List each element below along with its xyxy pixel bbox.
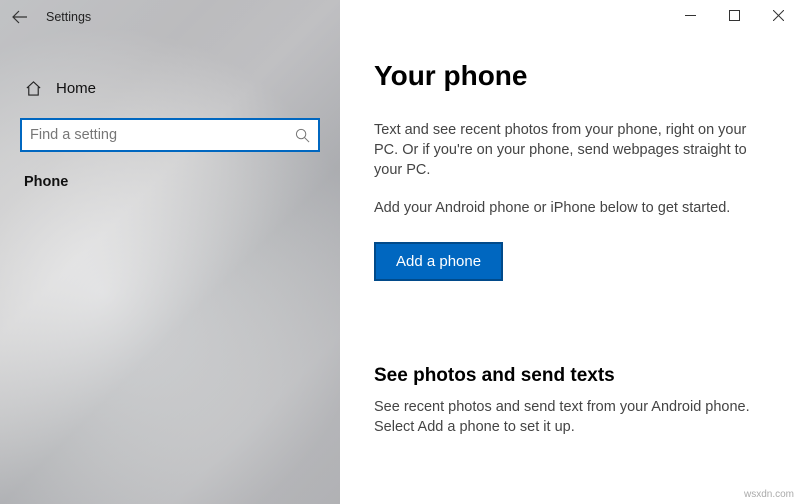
close-button[interactable] [756,0,800,30]
watermark: wsxdn.com [744,489,794,500]
content-pane: Your phone Text and see recent photos fr… [340,0,800,504]
window-title: Settings [46,10,91,24]
maximize-button[interactable] [712,0,756,30]
search-box[interactable] [20,118,320,152]
sidebar: Settings Home Phone [0,0,340,504]
settings-window: Settings Home Phone Your phone [0,0,800,504]
home-label: Home [56,80,96,97]
search-icon [295,128,310,143]
search-input[interactable] [30,127,295,143]
home-nav[interactable]: Home [0,68,340,108]
home-icon [24,80,42,97]
main-scroll: Your phone Text and see recent photos fr… [340,0,800,457]
section-body: See recent photos and send text from you… [374,397,770,437]
page-title: Your phone [374,60,770,92]
minimize-button[interactable] [668,0,712,30]
sidebar-category-phone[interactable]: Phone [24,174,340,190]
description-2: Add your Android phone or iPhone below t… [374,198,770,218]
back-button[interactable] [0,0,40,34]
window-controls [668,0,800,30]
section-heading: See photos and send texts [374,365,770,387]
titlebar: Settings [0,0,340,34]
back-arrow-icon [12,9,28,25]
description-1: Text and see recent photos from your pho… [374,120,770,180]
add-phone-button[interactable]: Add a phone [374,242,503,281]
